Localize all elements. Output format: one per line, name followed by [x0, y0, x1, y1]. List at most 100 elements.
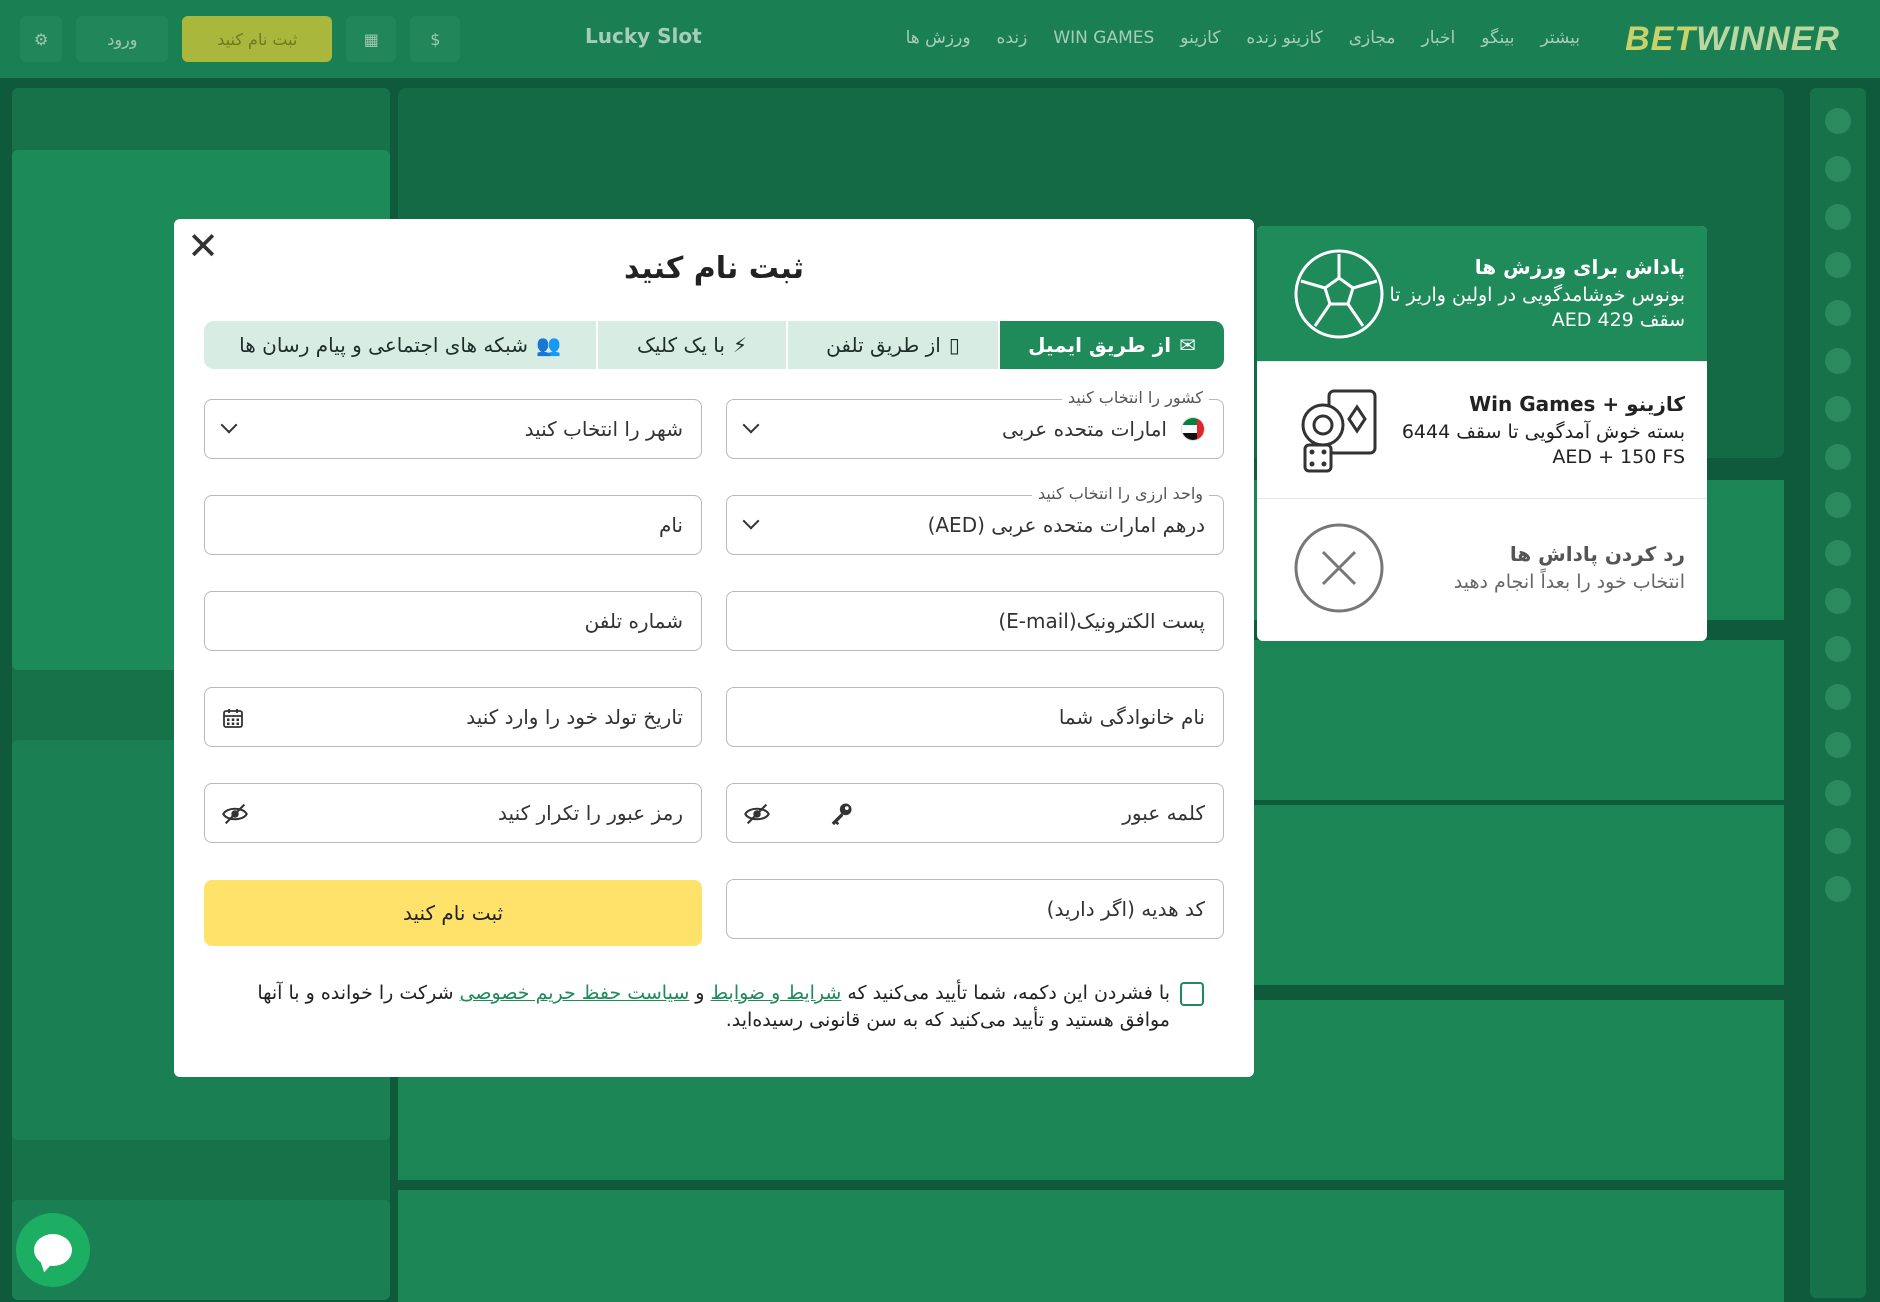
country-select[interactable]: کشور را انتخاب کنید امارات متحده عربی: [726, 388, 1224, 459]
password-repeat-placeholder: رمز عبور را تکرار کنید: [498, 801, 683, 825]
tab-phone[interactable]: ▯ از طریق تلفن: [786, 321, 998, 369]
nav-item-live-casino[interactable]: کازینو زنده: [1246, 28, 1322, 48]
bonus-option-sports[interactable]: پاداش برای ورزش ها بونوس خوشامدگویی در ا…: [1257, 226, 1707, 362]
mobile-phone-icon: ▯: [948, 333, 960, 357]
trophy-icon[interactable]: [1825, 156, 1851, 182]
sport-icon[interactable]: [1825, 108, 1851, 134]
chat-icon: [34, 1234, 72, 1266]
tab-social-networks[interactable]: 👥 شبکه های اجتماعی و پیام رسان ها: [204, 321, 596, 369]
sport-icon[interactable]: [1825, 492, 1851, 518]
bonus-title: کازینو + Win Games: [1469, 391, 1685, 416]
password-repeat-input[interactable]: رمز عبور را تکرار کنید: [204, 783, 702, 843]
bonus-option-decline[interactable]: رد کردن پاداش ها انتخاب خود را بعداً انج…: [1257, 500, 1707, 636]
consent-text: با فشردن این دکمه، شما تأیید می‌کنید که …: [257, 982, 1170, 1031]
sport-icon[interactable]: [1825, 588, 1851, 614]
sport-icon[interactable]: [1825, 300, 1851, 326]
city-select-placeholder: شهر را انتخاب کنید: [524, 417, 683, 441]
sport-icon[interactable]: [1825, 876, 1851, 902]
nav-item-virtual[interactable]: مجازی: [1349, 28, 1396, 48]
login-button[interactable]: ورود: [76, 16, 169, 62]
password-placeholder: کلمه عبور: [1122, 801, 1205, 825]
tab-email[interactable]: ✉ از طریق ایمیل: [998, 321, 1224, 369]
country-select-value: امارات متحده عربی: [1002, 417, 1167, 441]
phone-placeholder: شماره تلفن: [584, 609, 683, 633]
bonus-description: انتخاب خود را بعداً انجام دهید: [1453, 570, 1685, 593]
first-name-input[interactable]: نام: [204, 495, 702, 555]
bonus-option-casino[interactable]: کازینو + Win Games بسته خوش آمدگویی تا س…: [1257, 363, 1707, 499]
password-input[interactable]: کلمه عبور: [726, 783, 1224, 843]
city-select[interactable]: شهر را انتخاب کنید: [204, 399, 702, 459]
eye-slash-icon[interactable]: [221, 800, 249, 828]
bonus-selection-panel: پاداش برای ورزش ها بونوس خوشامدگویی در ا…: [1257, 226, 1707, 641]
dollar-icon: $: [430, 29, 441, 49]
sport-icon[interactable]: [1825, 684, 1851, 710]
bonus-title: پاداش برای ورزش ها: [1474, 254, 1685, 279]
promo-code-placeholder: کد هدیه (اگر دارید): [1046, 897, 1205, 921]
surname-placeholder: نام خانوادگی شما: [1058, 705, 1205, 729]
currency-select[interactable]: واحد ارزی را انتخاب کنید درهم امارات متح…: [726, 484, 1224, 555]
terms-checkbox[interactable]: [1180, 982, 1204, 1006]
calendar-icon[interactable]: [221, 706, 245, 730]
modal-title: ثبت نام کنید: [624, 251, 804, 286]
envelope-icon: ✉: [1179, 333, 1196, 357]
lucky-slot-link[interactable]: Lucky Slot: [585, 24, 702, 48]
sport-icon[interactable]: [1825, 348, 1851, 374]
nav-item-win-games[interactable]: WIN GAMES: [1053, 28, 1154, 48]
soccer-ball-icon: [1294, 249, 1384, 338]
gift-button[interactable]: ▦: [346, 16, 397, 62]
sport-icon[interactable]: [1825, 636, 1851, 662]
bonus-title: رد کردن پاداش ها: [1509, 541, 1685, 566]
sports-sidebar: [1810, 88, 1866, 1298]
lightning-icon: ⚡: [732, 333, 747, 357]
key-icon[interactable]: [827, 800, 855, 828]
terms-link[interactable]: شرایط و ضوابط: [711, 982, 842, 1004]
sport-icon[interactable]: [1825, 204, 1851, 230]
terms-consent: با فشردن این دکمه، شما تأیید می‌کنید که …: [234, 980, 1204, 1034]
surname-input[interactable]: نام خانوادگی شما: [726, 687, 1224, 747]
tab-one-click[interactable]: ⚡ با یک کلیک: [596, 321, 786, 369]
birthdate-placeholder: تاریخ تولد خود را وارد کنید: [466, 705, 683, 729]
email-placeholder: پست الکترونیک(E-mail): [998, 609, 1205, 633]
sport-icon[interactable]: [1825, 252, 1851, 278]
top-register-button[interactable]: ثبت نام کنید: [182, 16, 333, 62]
currency-select-label: واحد ارزی را انتخاب کنید: [1031, 484, 1209, 503]
currency-select-value: درهم امارات متحده عربی (AED): [927, 513, 1205, 537]
sport-icon[interactable]: [1825, 828, 1851, 854]
birthdate-input[interactable]: تاریخ تولد خود را وارد کنید: [204, 687, 702, 747]
nav-item-live[interactable]: زنده: [997, 28, 1028, 48]
match-list-block: [398, 1190, 1784, 1302]
nav-item-sports[interactable]: ورزش ها: [906, 28, 971, 48]
sport-icon[interactable]: [1825, 396, 1851, 422]
nav-item-casino[interactable]: کازینو: [1180, 28, 1220, 48]
users-group-icon: 👥: [535, 333, 561, 357]
nav-item-bingo[interactable]: بینگو: [1481, 28, 1514, 48]
uae-flag-icon: [1181, 417, 1205, 441]
deposit-button[interactable]: $: [410, 16, 461, 62]
live-chat-button[interactable]: [16, 1213, 90, 1287]
country-select-label: کشور را انتخاب کنید: [1062, 388, 1209, 407]
phone-input[interactable]: شماره تلفن: [204, 591, 702, 651]
sport-icon[interactable]: [1825, 540, 1851, 566]
bonus-description: بونوس خوشامدگویی در اولین واریز تا سقف 4…: [1389, 283, 1685, 331]
gear-icon: ⚙: [34, 29, 49, 49]
registration-modal: ✕ ثبت نام کنید ✉ از طریق ایمیل ▯ از طریق…: [174, 219, 1254, 1077]
nav-item-news[interactable]: اخبار: [1422, 28, 1456, 48]
eye-slash-icon[interactable]: [743, 800, 771, 828]
bonus-description: بسته خوش آمدگویی تا سقف 6444 AED + 150 F…: [1401, 420, 1685, 468]
register-submit-button[interactable]: ثبت نام کنید: [204, 880, 702, 946]
sport-icon[interactable]: [1825, 732, 1851, 758]
sport-icon[interactable]: [1825, 780, 1851, 806]
settings-button[interactable]: ⚙: [20, 16, 63, 62]
nav-item-more[interactable]: بیشتر: [1540, 28, 1580, 48]
privacy-policy-link[interactable]: سیاست حفظ حریم خصوصی: [460, 982, 690, 1004]
close-circle-icon: [1294, 523, 1384, 613]
gift-icon: ▦: [363, 29, 379, 49]
promo-code-input[interactable]: کد هدیه (اگر دارید): [726, 879, 1224, 939]
email-input[interactable]: پست الکترونیک(E-mail): [726, 591, 1224, 651]
top-navigation-bar: BETWINNER ورزش ها زنده WIN GAMES کازینو …: [0, 0, 1880, 78]
registration-method-tabs: ✉ از طریق ایمیل ▯ از طریق تلفن ⚡ با یک ک…: [204, 321, 1224, 369]
first-name-placeholder: نام: [658, 513, 683, 537]
sport-icon[interactable]: [1825, 444, 1851, 470]
site-logo[interactable]: BETWINNER: [1625, 20, 1840, 59]
casino-cards-dice-icon: [1301, 389, 1377, 472]
